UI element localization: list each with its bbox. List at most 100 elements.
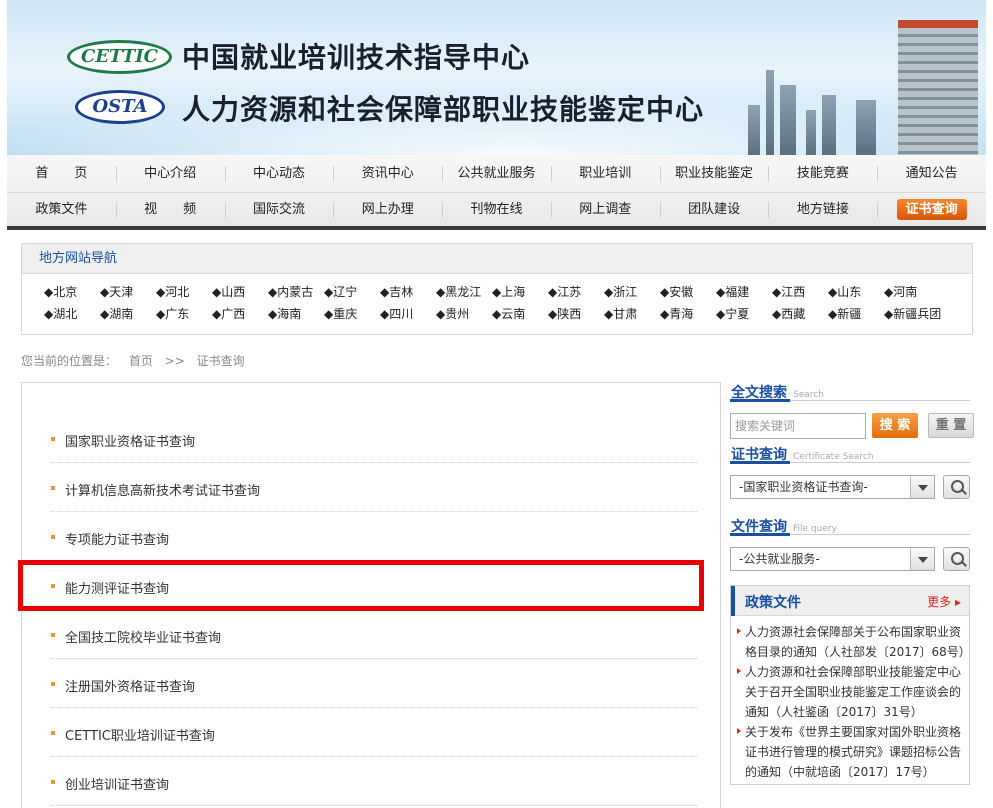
cert-type-select[interactable]: -国家职业资格证书查询- bbox=[730, 475, 935, 499]
region-link[interactable]: ◆青海 bbox=[660, 305, 716, 323]
list-item[interactable]: 专项能力证书查询 bbox=[51, 512, 697, 561]
region-link[interactable]: ◆新疆 bbox=[828, 305, 884, 323]
region-link[interactable]: ◆山西 bbox=[212, 283, 268, 301]
list-item-label: 全国技工院校毕业证书查询 bbox=[65, 631, 222, 646]
breadcrumb: 您当前的位置是： 首页 >> 证书查询 bbox=[21, 352, 253, 369]
regional-nav-title: 地方网站导航 bbox=[22, 244, 972, 274]
breadcrumb-home[interactable]: 首页 bbox=[129, 354, 153, 368]
region-link[interactable]: ◆广西 bbox=[212, 305, 268, 323]
region-link[interactable]: ◆宁夏 bbox=[716, 305, 772, 323]
nav-skill-appraisal[interactable]: 职业技能鉴定 bbox=[659, 157, 769, 192]
reset-button[interactable]: 重 置 bbox=[928, 413, 974, 438]
policy-title: 政策文件 bbox=[745, 595, 801, 611]
region-link[interactable]: ◆贵州 bbox=[436, 305, 492, 323]
bullet-icon bbox=[51, 535, 55, 539]
region-link[interactable]: ◆山东 bbox=[828, 283, 884, 301]
nav-row-1: 首 页 中心介绍 中心动态 资讯中心 公共就业服务 职业培训 职业技能鉴定 技能… bbox=[7, 157, 986, 192]
list-item-label: 专项能力证书查询 bbox=[65, 533, 170, 548]
nav-info[interactable]: 资讯中心 bbox=[333, 157, 442, 192]
policy-item[interactable]: 人力资源和社会保障部职业技能鉴定中心关于召开全国职业技能鉴定工作座谈会的通知（人… bbox=[737, 662, 965, 722]
region-link[interactable]: ◆辽宁 bbox=[324, 283, 380, 301]
region-link[interactable]: ◆云南 bbox=[492, 305, 548, 323]
more-link[interactable]: 更多 ▸ bbox=[927, 593, 961, 610]
bullet-icon bbox=[51, 486, 55, 490]
region-link[interactable]: ◆海南 bbox=[268, 305, 324, 323]
list-item[interactable]: 国家职业资格证书查询 bbox=[51, 414, 697, 463]
nav-cert-query[interactable]: 证书查询 bbox=[877, 193, 986, 227]
list-item[interactable]: 创业培训证书查询 bbox=[51, 757, 697, 806]
header-banner: CETTIC OSTA 中国就业培训技术指导中心 人力资源和社会保障部职业技能鉴… bbox=[7, 0, 986, 155]
region-link[interactable]: ◆吉林 bbox=[380, 283, 436, 301]
region-link[interactable]: ◆甘肃 bbox=[604, 305, 660, 323]
nav-cert-query-label: 证书查询 bbox=[896, 199, 967, 220]
list-item[interactable]: CETTIC职业培训证书查询 bbox=[51, 708, 697, 757]
nav-video[interactable]: 视 频 bbox=[115, 193, 225, 227]
skyline-tower bbox=[898, 20, 978, 155]
list-item[interactable]: 计算机信息高新技术考试证书查询 bbox=[51, 463, 697, 512]
nav-international[interactable]: 国际交流 bbox=[224, 193, 334, 227]
nav-policy[interactable]: 政策文件 bbox=[7, 193, 116, 227]
nav-publications[interactable]: 刊物在线 bbox=[442, 193, 551, 227]
nav-about[interactable]: 中心介绍 bbox=[115, 157, 225, 192]
region-link[interactable]: ◆黑龙江 bbox=[436, 283, 492, 301]
file-search-icon[interactable] bbox=[943, 547, 970, 571]
bullet-icon bbox=[51, 682, 55, 686]
region-link[interactable]: ◆安徽 bbox=[660, 283, 716, 301]
region-link[interactable]: ◆陕西 bbox=[548, 305, 604, 323]
region-link[interactable]: ◆河南 bbox=[884, 283, 940, 301]
search-button[interactable]: 搜 索 bbox=[872, 413, 918, 438]
nav-competition[interactable]: 技能竞赛 bbox=[768, 157, 877, 192]
nav-employment[interactable]: 公共就业服务 bbox=[442, 157, 551, 192]
selection-highlight bbox=[18, 560, 704, 611]
nav-home[interactable]: 首 页 bbox=[7, 157, 116, 192]
region-link[interactable]: ◆上海 bbox=[492, 283, 548, 301]
nav-training[interactable]: 职业培训 bbox=[550, 157, 660, 192]
region-link[interactable]: ◆河北 bbox=[156, 283, 212, 301]
skyline-building bbox=[748, 105, 760, 155]
main-nav: 首 页 中心介绍 中心动态 资讯中心 公共就业服务 职业培训 职业技能鉴定 技能… bbox=[7, 155, 986, 230]
list-item-label: 创业培训证书查询 bbox=[65, 778, 170, 793]
nav-local-links[interactable]: 地方链接 bbox=[768, 193, 877, 227]
region-link[interactable]: ◆湖北 bbox=[44, 305, 100, 323]
region-link[interactable]: ◆重庆 bbox=[324, 305, 380, 323]
skyline-building bbox=[780, 85, 796, 155]
nav-team[interactable]: 团队建设 bbox=[659, 193, 769, 227]
list-item-label: CETTIC职业培训证书查询 bbox=[65, 729, 215, 744]
policy-item[interactable]: 人力资源社会保障部关于公布国家职业资格目录的通知（人社部发〔2017〕68号） bbox=[737, 622, 971, 662]
nav-notices[interactable]: 通知公告 bbox=[877, 157, 986, 192]
region-link[interactable]: ◆江苏 bbox=[548, 283, 604, 301]
region-link[interactable]: ◆福建 bbox=[716, 283, 772, 301]
nav-news[interactable]: 中心动态 bbox=[224, 157, 334, 192]
nav-row-2: 政策文件 视 频 国际交流 网上办理 刊物在线 网上调查 团队建设 地方链接 证… bbox=[7, 192, 986, 227]
region-link[interactable]: ◆天津 bbox=[100, 283, 156, 301]
search-input[interactable]: 搜索关键词 bbox=[730, 413, 866, 439]
region-link[interactable]: ◆浙江 bbox=[604, 283, 660, 301]
osta-logo: OSTA bbox=[75, 90, 165, 124]
region-link[interactable]: ◆新疆兵团 bbox=[884, 305, 941, 323]
bullet-icon bbox=[51, 437, 55, 441]
region-link[interactable]: ◆湖南 bbox=[100, 305, 156, 323]
accent-bar bbox=[731, 586, 735, 616]
region-link[interactable]: ◆西藏 bbox=[772, 305, 828, 323]
cert-search-icon[interactable] bbox=[943, 475, 970, 499]
file-type-select[interactable]: -公共就业服务- bbox=[730, 547, 935, 571]
skyline-building bbox=[822, 95, 836, 155]
site-title-cettic: 中国就业培训技术指导中心 bbox=[182, 41, 531, 74]
nav-survey[interactable]: 网上调查 bbox=[550, 193, 660, 227]
region-link[interactable]: ◆四川 bbox=[380, 305, 436, 323]
breadcrumb-separator: >> bbox=[164, 354, 185, 368]
region-link[interactable]: ◆江西 bbox=[772, 283, 828, 301]
list-item-label: 注册国外资格证书查询 bbox=[65, 680, 196, 695]
list-item[interactable]: 注册国外资格证书查询 bbox=[51, 659, 697, 708]
nav-online-service[interactable]: 网上办理 bbox=[333, 193, 442, 227]
region-link[interactable]: ◆北京 bbox=[44, 283, 100, 301]
region-link[interactable]: ◆广东 bbox=[156, 305, 212, 323]
policy-item[interactable]: 关于发布《世界主要国家对国外职业资格证书进行管理的模式研究》课题招标公告的通知（… bbox=[737, 722, 965, 782]
regional-links: ◆北京 ◆天津 ◆河北 ◆山西 ◆内蒙古 ◆辽宁 ◆吉林 ◆黑龙江 ◆上海 ◆江苏 ◆浙江 ◆安徽 ◆福… bbox=[44, 283, 974, 323]
region-link[interactable]: ◆内蒙古 bbox=[268, 283, 324, 301]
list-item[interactable]: 全国技工院校毕业证书查询 bbox=[51, 610, 697, 659]
policy-header: 政策文件 更多 ▸ bbox=[731, 586, 969, 616]
breadcrumb-prefix: 您当前的位置是： bbox=[21, 354, 118, 368]
skyline-building bbox=[856, 100, 876, 155]
skyline-building bbox=[806, 110, 816, 155]
